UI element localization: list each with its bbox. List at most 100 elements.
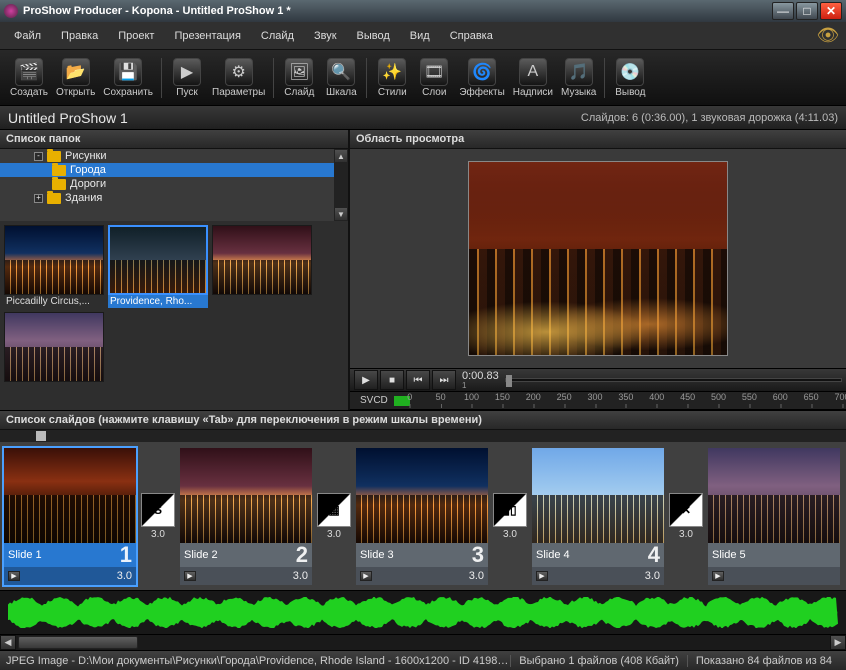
- folder-tree[interactable]: -РисункиГородаДороги+Здания ▲ ▼: [0, 149, 348, 221]
- thumbnail-caption: Piccadilly Circus,...: [4, 295, 104, 308]
- thumbnail-item[interactable]: [4, 312, 104, 384]
- scroll-up-icon[interactable]: ▲: [334, 149, 348, 163]
- thumbnail-item[interactable]: Piccadilly Circus,...: [4, 225, 104, 308]
- toolbar-вывод-button[interactable]: 💿Вывод: [609, 56, 651, 100]
- пуск-icon: ▶: [173, 58, 201, 86]
- ab-marker-icon[interactable]: [36, 431, 46, 441]
- play-icon[interactable]: ▶: [712, 571, 724, 581]
- transition-item[interactable]: ✕3.0: [668, 493, 704, 540]
- toolbar-открыть-button[interactable]: 📂Открыть: [52, 56, 99, 100]
- menu-вид[interactable]: Вид: [400, 26, 440, 46]
- timeline-scrollbar[interactable]: ◀ ▶: [0, 634, 846, 650]
- создать-icon: 🎬: [15, 58, 43, 86]
- preview-eye-icon[interactable]: 👁: [814, 28, 842, 44]
- folder-tree-scrollbar[interactable]: ▲ ▼: [334, 149, 348, 221]
- slide-[interactable]: Slide 5▶: [708, 448, 840, 585]
- stop-button[interactable]: ■: [380, 370, 404, 390]
- folder-здания[interactable]: +Здания: [0, 191, 348, 205]
- menu-вывод[interactable]: Вывод: [347, 26, 400, 46]
- expand-toggle-icon[interactable]: -: [34, 152, 43, 161]
- slide-titlebar: Slide 22: [180, 543, 312, 567]
- next-button[interactable]: ⏭: [432, 370, 456, 390]
- play-icon[interactable]: ▶: [360, 571, 372, 581]
- prev-button[interactable]: ⏮: [406, 370, 430, 390]
- slide-1[interactable]: Slide 11▶3.0: [4, 448, 136, 585]
- menu-правка[interactable]: Правка: [51, 26, 108, 46]
- folder-города[interactable]: Города: [0, 163, 348, 177]
- app-icon: [4, 4, 18, 18]
- toolbar-надписи-button[interactable]: AНадписи: [509, 56, 557, 100]
- menu-презентация[interactable]: Презентация: [164, 26, 250, 46]
- folder-icon: [47, 193, 61, 204]
- slide-2[interactable]: Slide 22▶3.0: [180, 448, 312, 585]
- folders-panel: Список папок -РисункиГородаДороги+Здания…: [0, 130, 350, 410]
- slide-footer: ▶3.0: [356, 567, 488, 585]
- scroll-right-icon[interactable]: ▶: [830, 635, 846, 650]
- transition-item[interactable]: S3.0: [140, 493, 176, 540]
- play-icon[interactable]: ▶: [536, 571, 548, 581]
- toolbar-сохранить-button[interactable]: 💾Сохранить: [99, 56, 157, 100]
- toolbar-слайд-button[interactable]: 🖼Слайд: [278, 56, 320, 100]
- expand-toggle-icon[interactable]: +: [34, 194, 43, 203]
- ruler-tick: 500: [711, 392, 726, 402]
- format-label: SVCD: [354, 395, 394, 406]
- minimize-button[interactable]: —: [772, 2, 794, 20]
- menubar: ФайлПравкаПроектПрезентацияСлайдЗвукВыво…: [0, 22, 846, 50]
- scroll-down-icon[interactable]: ▼: [334, 207, 348, 221]
- folder-рисунки[interactable]: -Рисунки: [0, 149, 348, 163]
- workspace: Список папок -РисункиГородаДороги+Здания…: [0, 130, 846, 410]
- thumbnail-item[interactable]: [212, 225, 312, 308]
- folder-дороги[interactable]: Дороги: [0, 177, 348, 191]
- playback-slider[interactable]: [505, 378, 842, 382]
- transition-duration: 3.0: [151, 529, 165, 540]
- slide-thumbnail: [356, 448, 488, 543]
- menu-проект[interactable]: Проект: [108, 26, 164, 46]
- menu-звук[interactable]: Звук: [304, 26, 347, 46]
- toolbar-эффекты-button[interactable]: 🌀Эффекты: [455, 56, 508, 100]
- ab-marker-row[interactable]: [0, 430, 846, 442]
- close-button[interactable]: ✕: [820, 2, 842, 20]
- thumbnail-item[interactable]: Providence, Rho...: [108, 225, 208, 308]
- slide-card: Slide 5▶: [706, 444, 842, 588]
- slide-4[interactable]: Slide 44▶3.0: [532, 448, 664, 585]
- thumbnail-image: [212, 225, 312, 295]
- play-icon[interactable]: ▶: [8, 571, 20, 581]
- toolbar-создать-button[interactable]: 🎬Создать: [6, 56, 52, 100]
- play-button[interactable]: ▶: [354, 370, 378, 390]
- slide-card: Slide 33▶3.0▮▯3.0: [354, 444, 530, 588]
- slide-footer: ▶: [708, 567, 840, 585]
- transition-icon: ✕: [669, 493, 703, 527]
- ruler-tick: 350: [618, 392, 633, 402]
- slide-thumbnail: [532, 448, 664, 543]
- maximize-button[interactable]: □: [796, 2, 818, 20]
- slide-3[interactable]: Slide 33▶3.0: [356, 448, 488, 585]
- toolbar-стили-button[interactable]: ✨Стили: [371, 56, 413, 100]
- scroll-track[interactable]: [16, 635, 830, 650]
- status-count: Показано 84 файлов из 84: [687, 655, 840, 667]
- audio-track[interactable]: [0, 590, 846, 634]
- project-stats: Слайдов: 6 (0:36.00), 1 звуковая дорожка…: [581, 112, 838, 124]
- slide-card: Slide 22▶3.0▦3.0: [178, 444, 354, 588]
- toolbar: 🎬Создать📂Открыть💾Сохранить▶Пуск⚙Параметр…: [0, 50, 846, 106]
- scroll-track[interactable]: [334, 163, 348, 207]
- toolbar-шкала-button[interactable]: 🔍Шкала: [320, 56, 362, 100]
- transition-item[interactable]: ▮▯3.0: [492, 493, 528, 540]
- thumbnail-image: [4, 312, 104, 382]
- ruler-tick: 600: [773, 392, 788, 402]
- folder-icon: [52, 179, 66, 190]
- toolbar-пуск-button[interactable]: ▶Пуск: [166, 56, 208, 100]
- transition-icon: ▦: [317, 493, 351, 527]
- scroll-left-icon[interactable]: ◀: [0, 635, 16, 650]
- scroll-thumb[interactable]: [18, 636, 138, 649]
- toolbar-параметры-button[interactable]: ⚙Параметры: [208, 56, 269, 100]
- toolbar-слои-button[interactable]: 🎞Слои: [413, 56, 455, 100]
- слои-icon: 🎞: [420, 58, 448, 86]
- menu-слайд[interactable]: Слайд: [251, 26, 304, 46]
- window-title: ProShow Producer - Kopona - Untitled Pro…: [23, 5, 770, 17]
- toolbar-музыка-button[interactable]: 🎵Музыка: [557, 56, 600, 100]
- menu-справка[interactable]: Справка: [440, 26, 503, 46]
- play-icon[interactable]: ▶: [184, 571, 196, 581]
- transition-item[interactable]: ▦3.0: [316, 493, 352, 540]
- надписи-icon: A: [519, 58, 547, 86]
- menu-файл[interactable]: Файл: [4, 26, 51, 46]
